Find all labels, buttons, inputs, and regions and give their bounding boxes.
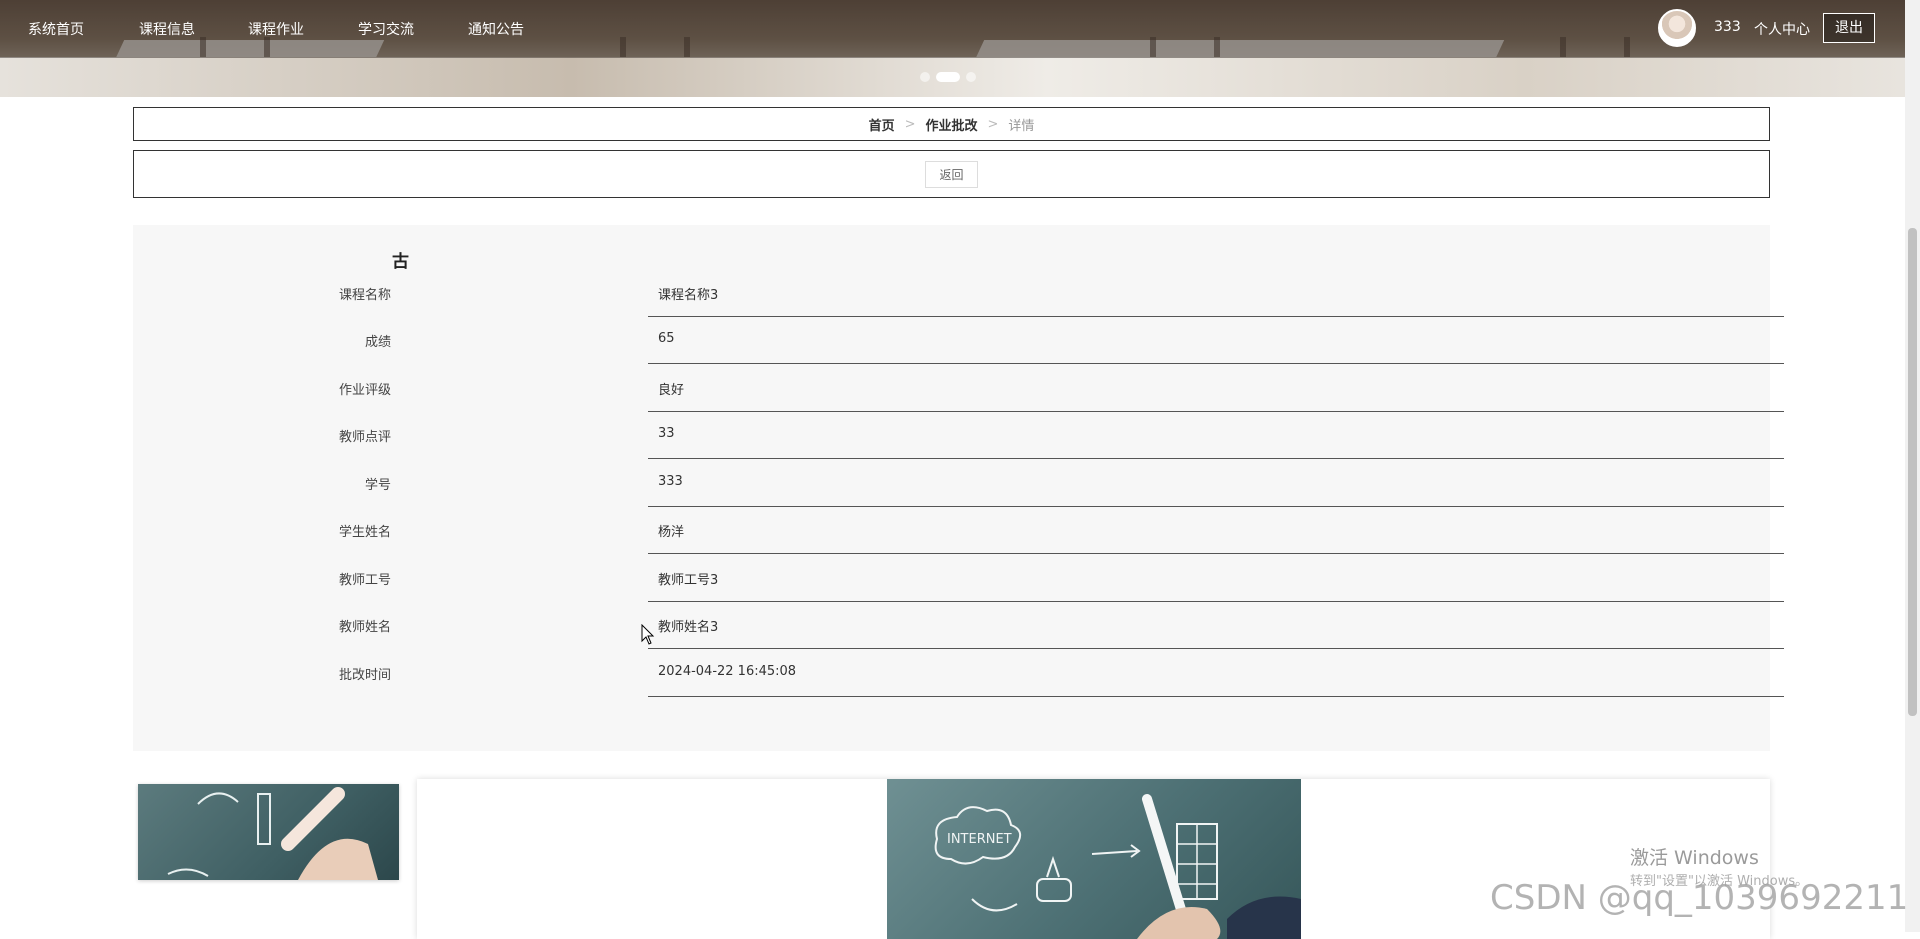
svg-text:INTERNET: INTERNET xyxy=(947,832,1012,847)
logout-button[interactable]: 退出 xyxy=(1823,13,1875,43)
carousel-dot[interactable] xyxy=(966,72,976,82)
page-scrollbar[interactable] xyxy=(1905,0,1920,932)
field-row: 教师点评 33 xyxy=(313,414,1784,462)
back-button[interactable]: 返回 xyxy=(925,160,978,188)
field-value: 65 xyxy=(648,319,1784,364)
csdn-watermark: CSDN @qq_1039692211 xyxy=(1490,878,1909,918)
breadcrumb-separator: > xyxy=(904,116,916,132)
field-value: 33 xyxy=(648,414,1784,459)
detail-card: 古 课程名称 课程名称3 成绩 65 作业评级 良好 教师点评 33 学号 33… xyxy=(133,225,1784,751)
field-row: 作业评级 良好 xyxy=(313,367,1784,415)
feature-illustration: INTERNET xyxy=(934,794,1301,939)
field-value: 良好 xyxy=(648,367,1784,412)
field-label: 教师工号 xyxy=(338,573,391,588)
field-label: 教师点评 xyxy=(338,430,391,445)
nav-item-course-homework[interactable]: 课程作业 xyxy=(248,19,304,39)
hero-banner: 系统首页 课程信息 课程作业 学习交流 通知公告 333 个人中心 退出 xyxy=(0,0,1905,97)
nav-item-course-info[interactable]: 课程信息 xyxy=(139,19,195,39)
feature-image[interactable]: INTERNET xyxy=(887,779,1301,939)
carousel-dot-active[interactable] xyxy=(936,72,960,82)
field-label: 课程名称 xyxy=(338,288,391,303)
field-value: 课程名称3 xyxy=(648,272,1784,317)
back-bar: 返回 xyxy=(133,150,1770,198)
field-row: 学号 333 xyxy=(313,462,1784,510)
user-center-link[interactable]: 个人中心 xyxy=(1754,19,1810,39)
carousel-dot[interactable] xyxy=(920,72,930,82)
top-nav: 系统首页 课程信息 课程作业 学习交流 通知公告 333 个人中心 退出 xyxy=(0,0,1905,58)
scrollbar-thumb[interactable] xyxy=(1908,228,1917,716)
field-row: 学生姓名 杨洋 xyxy=(313,509,1784,557)
field-row: 教师姓名 教师姓名3 xyxy=(313,604,1784,652)
nav-item-study-exchange[interactable]: 学习交流 xyxy=(358,19,414,39)
breadcrumb-separator: > xyxy=(987,116,999,132)
field-row: 成绩 65 xyxy=(313,319,1784,367)
field-row: 教师工号 教师工号3 xyxy=(313,557,1784,605)
field-value: 杨洋 xyxy=(648,509,1784,554)
field-label: 批改时间 xyxy=(338,668,391,683)
field-value: 教师姓名3 xyxy=(648,604,1784,649)
nav-item-home[interactable]: 系统首页 xyxy=(28,19,84,39)
thumbnail-image[interactable] xyxy=(138,784,399,880)
field-label: 学号 xyxy=(364,478,391,493)
user-avatar[interactable] xyxy=(1658,9,1696,47)
breadcrumb-current: 详情 xyxy=(1008,118,1035,134)
breadcrumb: 首页 > 作业批改 > 详情 xyxy=(133,107,1770,141)
mouse-pointer-icon xyxy=(641,624,655,645)
field-label: 学生姓名 xyxy=(338,525,391,540)
field-value: 教师工号3 xyxy=(648,557,1784,602)
breadcrumb-home[interactable]: 首页 xyxy=(869,115,895,134)
field-label: 作业评级 xyxy=(338,383,391,398)
username-label: 333 xyxy=(1714,19,1741,35)
breadcrumb-parent[interactable]: 作业批改 xyxy=(925,115,977,134)
windows-activation-title: 激活 Windows xyxy=(1630,847,1759,869)
field-label: 成绩 xyxy=(364,335,391,350)
detail-title: 古 xyxy=(392,252,409,272)
field-label: 教师姓名 xyxy=(338,620,391,635)
carousel-indicators xyxy=(920,72,976,82)
thumbnail-illustration xyxy=(167,787,378,880)
field-value: 2024-04-22 16:45:08 xyxy=(648,652,1784,697)
field-row: 批改时间 2024-04-22 16:45:08 xyxy=(313,652,1784,700)
field-row: 课程名称 课程名称3 xyxy=(313,272,1784,320)
nav-item-notices[interactable]: 通知公告 xyxy=(468,19,524,39)
field-value: 333 xyxy=(648,462,1784,507)
